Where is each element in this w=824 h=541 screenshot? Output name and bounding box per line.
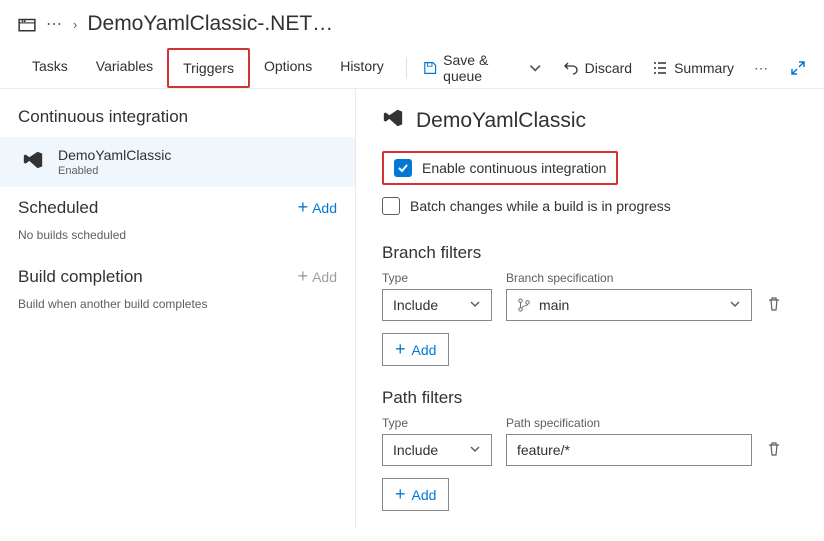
tab-variables[interactable]: Variables (82, 48, 167, 88)
tab-tasks[interactable]: Tasks (18, 48, 82, 88)
branch-add-button[interactable]: +Add (382, 333, 449, 366)
right-panel: DemoYamlClassic Enable continuous integr… (355, 89, 824, 529)
list-icon (652, 60, 668, 76)
build-completion-heading: Build completion (18, 267, 143, 287)
branch-delete-button[interactable] (766, 290, 782, 321)
summary-button[interactable]: Summary (652, 60, 734, 76)
ci-section-heading: Continuous integration (18, 107, 337, 127)
panel-title: DemoYamlClassic (416, 109, 586, 133)
batch-changes-checkbox[interactable] (382, 197, 400, 215)
page-title: DemoYamlClassic-.NET… (87, 12, 333, 36)
discard-label: Discard (585, 60, 632, 76)
repo-status: Enabled (58, 165, 171, 177)
pipeline-icon (18, 15, 36, 33)
build-completion-note: Build when another build completes (18, 297, 337, 311)
build-completion-add-button: +Add (298, 266, 337, 287)
chevron-down-icon (469, 297, 481, 313)
more-actions-button[interactable]: ⋯ (754, 60, 770, 77)
visual-studio-icon (382, 107, 404, 135)
save-queue-button[interactable]: Save & queue (423, 52, 543, 84)
branch-icon (517, 298, 531, 312)
overflow-icon[interactable]: ⋯ (46, 14, 63, 34)
scheduled-note: No builds scheduled (18, 228, 337, 242)
enable-ci-checkbox[interactable] (394, 159, 412, 177)
scheduled-section-heading: Scheduled (18, 198, 98, 218)
batch-changes-label: Batch changes while a build is in progre… (410, 198, 671, 214)
repo-name: DemoYamlClassic (58, 147, 171, 163)
path-filters-heading: Path filters (382, 388, 798, 408)
tab-triggers[interactable]: Triggers (167, 48, 250, 88)
chevron-down-icon (469, 442, 481, 458)
branch-type-label: Type (382, 271, 492, 285)
scheduled-add-button[interactable]: +Add (298, 197, 337, 218)
tab-options[interactable]: Options (250, 48, 326, 88)
visual-studio-icon (22, 149, 44, 174)
branch-type-select[interactable]: Include (382, 289, 492, 321)
branch-filters-heading: Branch filters (382, 243, 798, 263)
path-type-label: Type (382, 416, 492, 430)
enable-ci-label: Enable continuous integration (422, 160, 606, 176)
tab-bar: Tasks Variables Triggers Options History (18, 48, 398, 88)
chevron-right-icon: › (73, 17, 77, 32)
ci-repo-item[interactable]: DemoYamlClassic Enabled (0, 137, 355, 187)
summary-label: Summary (674, 60, 734, 76)
path-add-button[interactable]: +Add (382, 478, 449, 511)
toolbar: Save & queue Discard Summary ⋯ (423, 52, 806, 84)
branch-spec-select[interactable]: main (506, 289, 752, 321)
tab-history[interactable]: History (326, 48, 398, 88)
undo-icon (563, 60, 579, 76)
discard-button[interactable]: Discard (563, 60, 632, 76)
save-queue-label: Save & queue (443, 52, 522, 84)
save-icon (423, 60, 437, 76)
fullscreen-button[interactable] (790, 60, 806, 76)
chevron-down-icon (729, 297, 741, 313)
chevron-down-icon (528, 60, 542, 76)
tabs-toolbar-row: Tasks Variables Triggers Options History… (0, 48, 824, 89)
left-panel: Continuous integration DemoYamlClassic E… (0, 89, 355, 529)
path-spec-input[interactable] (506, 434, 752, 466)
path-spec-label: Path specification (506, 416, 752, 430)
enable-ci-row[interactable]: Enable continuous integration (382, 151, 618, 185)
path-type-select[interactable]: Include (382, 434, 492, 466)
breadcrumb: ⋯ › DemoYamlClassic-.NET… (0, 0, 824, 48)
batch-changes-row[interactable]: Batch changes while a build is in progre… (382, 191, 798, 221)
branch-spec-label: Branch specification (506, 271, 752, 285)
path-delete-button[interactable] (766, 435, 782, 466)
